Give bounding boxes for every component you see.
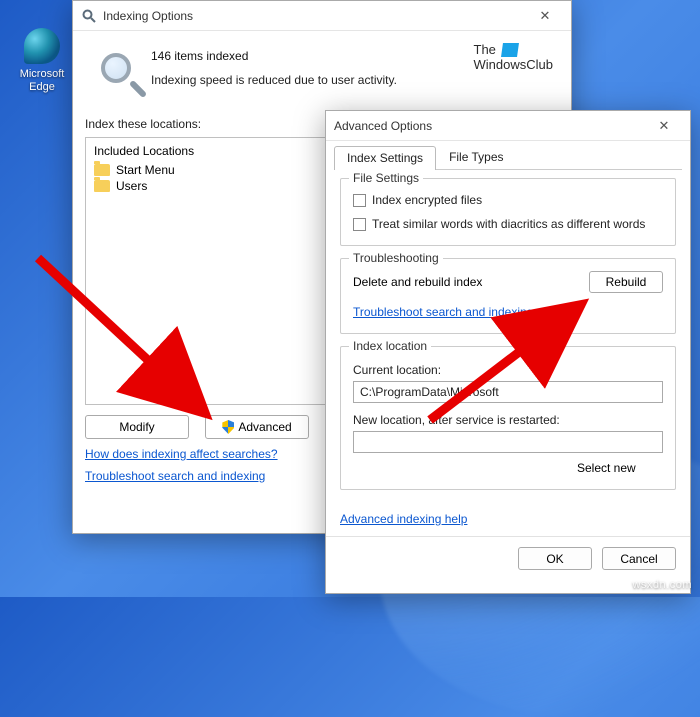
magnifier-icon [95,51,143,99]
ok-button[interactable]: OK [518,547,592,570]
tab-index-settings[interactable]: Index Settings [334,146,436,170]
advanced-button[interactable]: Advanced [205,415,309,439]
legend-file-settings: File Settings [349,171,423,185]
shield-icon [222,420,234,434]
flag-icon [501,43,519,57]
checkbox-icon [353,194,366,207]
current-location-label: Current location: [353,363,663,377]
close-button[interactable]: ✕ [646,112,682,140]
window-advanced-options: Advanced Options ✕ Index Settings File T… [325,110,691,594]
delete-rebuild-label: Delete and rebuild index [353,275,482,289]
titlebar-indexing: Indexing Options ✕ [73,1,571,31]
rebuild-button[interactable]: Rebuild [589,271,663,293]
window-title: Indexing Options [103,9,527,23]
search-options-icon [81,8,97,24]
brand-watermark: The WindowsClub [474,43,553,73]
folder-icon [94,180,110,192]
desktop-icon-edge[interactable]: MicrosoftEdge [12,28,72,94]
page-watermark: wsxdn.com [632,579,692,591]
link-troubleshoot-search[interactable]: Troubleshoot search and indexing [353,305,533,319]
cancel-button[interactable]: Cancel [602,547,676,570]
tabs: Index Settings File Types [334,145,682,170]
new-location-label: New location, after service is restarted… [353,413,663,427]
checkbox-diacritics[interactable]: Treat similar words with diacritics as d… [353,217,663,231]
desktop-icon-label: MicrosoftEdge [12,68,72,94]
checkbox-index-encrypted[interactable]: Index encrypted files [353,193,663,207]
link-how-indexing[interactable]: How does indexing affect searches? [85,447,278,461]
tab-file-types[interactable]: File Types [436,145,516,169]
link-advanced-help[interactable]: Advanced indexing help [340,512,467,526]
titlebar-advanced: Advanced Options ✕ [326,111,690,141]
modify-button[interactable]: Modify [85,415,189,439]
fieldset-file-settings: File Settings Index encrypted files Trea… [340,178,676,246]
indexing-status-text: Indexing speed is reduced due to user ac… [151,73,555,87]
fieldset-index-location: Index location Current location: New loc… [340,346,676,490]
select-new-button[interactable]: Select new [577,461,663,475]
new-location-input[interactable] [353,431,663,453]
link-troubleshoot[interactable]: Troubleshoot search and indexing [85,469,265,483]
fieldset-troubleshooting: Troubleshooting Delete and rebuild index… [340,258,676,334]
folder-icon [94,164,110,176]
legend-index-location: Index location [349,339,431,353]
edge-icon [24,28,60,64]
current-location-input[interactable] [353,381,663,403]
checkbox-icon [353,218,366,231]
window-title: Advanced Options [334,119,646,133]
close-button[interactable]: ✕ [527,2,563,30]
legend-troubleshooting: Troubleshooting [349,251,443,265]
